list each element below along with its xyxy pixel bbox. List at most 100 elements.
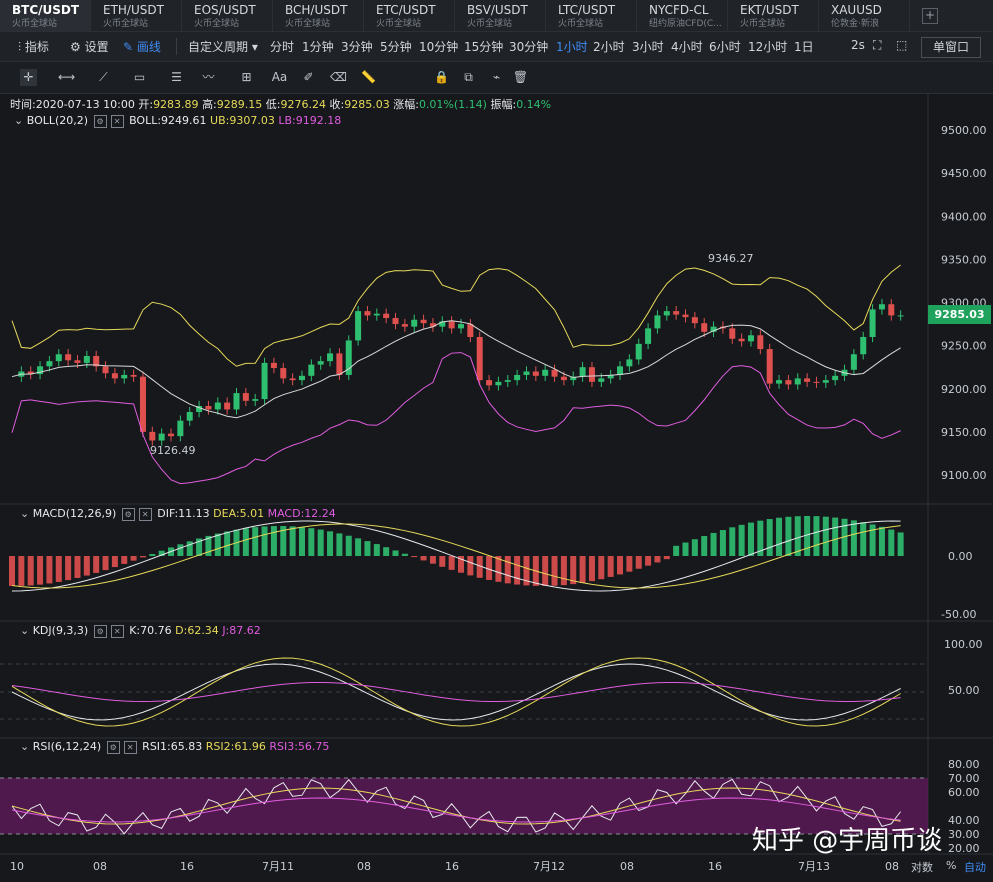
brush-icon[interactable]: ✐	[300, 69, 317, 86]
candle-body	[74, 360, 81, 363]
period-option[interactable]: 1日	[794, 38, 814, 55]
collapse-icon[interactable]: ⌄	[14, 114, 23, 127]
magnet-icon[interactable]: ⌁	[488, 69, 505, 86]
candle-body	[701, 323, 708, 332]
indicator-close-icon[interactable]: ✕	[110, 624, 124, 638]
chart-canvas[interactable]: 9500.009450.009400.009350.009300.009250.…	[0, 94, 993, 882]
period-option[interactable]: 2小时	[593, 38, 625, 55]
refresh-interval[interactable]: 2s	[851, 38, 865, 52]
indicator-settings-icon[interactable]: ⚙	[93, 114, 107, 128]
macd-bar	[364, 541, 371, 556]
symbol-tab[interactable]: EOS/USDT 火币全球站	[182, 0, 273, 31]
candle-body	[560, 376, 567, 381]
symbol-tab[interactable]: ETH/USDT 火币全球站	[91, 0, 182, 31]
price-axis-label: 9250.00	[941, 340, 987, 353]
candle-body	[897, 315, 904, 317]
custom-period-dropdown[interactable]: 自定义周期 ▾	[188, 38, 258, 55]
horizontal-line-icon[interactable]: ⟷	[58, 69, 75, 86]
parallel-lines-icon[interactable]: ☰	[168, 69, 185, 86]
candle-body	[420, 319, 427, 324]
add-tab-button[interactable]: +	[922, 8, 938, 24]
trash-icon[interactable]: 🗑	[512, 69, 529, 86]
fibonacci-icon[interactable]: ⊞	[238, 69, 255, 86]
tab-exchange: 火币全球站	[740, 19, 786, 29]
period-option[interactable]: 5分钟	[380, 38, 412, 55]
indicator-settings-icon[interactable]: ⚙	[106, 740, 120, 754]
collapse-icon[interactable]: ⌄	[20, 507, 29, 520]
ruler-icon[interactable]: 📏	[360, 69, 377, 86]
chart-area[interactable]: 9500.00 9450.00 9400.00 9350.00 9300.00 9250.…	[0, 94, 993, 882]
period-option[interactable]: 10分钟	[419, 38, 458, 55]
period-option[interactable]: 4小时	[671, 38, 703, 55]
eraser-icon[interactable]: ⌫	[330, 69, 347, 86]
auto-scale-button[interactable]: 自动	[964, 859, 986, 875]
indicator-settings-icon[interactable]: ⚙	[93, 624, 107, 638]
close-label: 收:	[329, 98, 345, 111]
percent-scale-button[interactable]: %	[946, 859, 956, 872]
candle-body	[486, 380, 493, 386]
candle-body	[242, 393, 249, 401]
lock-icon[interactable]: 🔒	[433, 69, 450, 86]
period-option[interactable]: 30分钟	[509, 38, 548, 55]
boll-mid-value: BOLL:9249.61	[129, 114, 207, 127]
low-label: 低:	[265, 98, 281, 111]
wave-icon[interactable]: 〰	[200, 69, 217, 86]
symbol-tab[interactable]: NYCFD-CL 纽约原油CFD(C...	[637, 0, 728, 31]
period-option[interactable]: 6小时	[709, 38, 741, 55]
symbol-tab[interactable]: XAUUSD 伦敦金·新浪	[819, 0, 910, 31]
period-option[interactable]: 12小时	[748, 38, 787, 55]
tab-exchange: 火币全球站	[103, 19, 149, 29]
macd-bar	[514, 556, 521, 585]
log-scale-button[interactable]: 对数	[911, 859, 933, 875]
draw-button[interactable]: ✎ 画线	[123, 38, 161, 55]
macd-bar	[579, 556, 586, 583]
macd-bar	[270, 526, 277, 556]
collapse-icon[interactable]: ⌄	[20, 740, 29, 753]
indicator-settings-icon[interactable]: ⚙	[121, 507, 135, 521]
screenshot-icon[interactable]: ⬚	[896, 38, 907, 52]
symbol-tab[interactable]: ETC/USDT 火币全球站	[364, 0, 455, 31]
crosshair-icon[interactable]: ✛	[20, 69, 37, 86]
macd-bar	[738, 524, 745, 556]
time-axis-label: 08	[357, 860, 371, 873]
window-mode-select[interactable]: 单窗口	[921, 37, 981, 58]
rectangle-icon[interactable]: ▭	[131, 69, 148, 86]
indicator-close-icon[interactable]: ✕	[138, 507, 152, 521]
period-option[interactable]: 15分钟	[464, 38, 503, 55]
kdj-name: KDJ(9,3,3)	[32, 624, 89, 637]
collapse-icon[interactable]: ⌄	[20, 624, 29, 637]
macd-bar	[850, 520, 857, 556]
indicator-close-icon[interactable]: ✕	[110, 114, 124, 128]
fullscreen-icon[interactable]: ⛶	[873, 38, 881, 53]
tab-exchange: 火币全球站	[285, 19, 331, 29]
macd-bar	[83, 556, 90, 576]
symbol-tab[interactable]: BCH/USDT 火币全球站	[273, 0, 364, 31]
copy-icon[interactable]: ⧉	[460, 69, 477, 86]
candle-body	[682, 314, 689, 318]
period-option[interactable]: 3分钟	[341, 38, 373, 55]
low-value: 9276.24	[280, 98, 327, 111]
rsi-axis-label: 60.00	[948, 786, 980, 799]
symbol-tab[interactable]: BTC/USDT 火币全球站	[0, 0, 91, 31]
indicator-close-icon[interactable]: ✕	[123, 740, 137, 754]
symbol-tab[interactable]: LTC/USDT 火币全球站	[546, 0, 637, 31]
amp-value: 0.14%	[516, 98, 552, 111]
symbol-tab[interactable]: EKT/USDT 火币全球站	[728, 0, 819, 31]
period-option[interactable]: 3小时	[632, 38, 664, 55]
period-option[interactable]: 1分钟	[302, 38, 334, 55]
indicator-button[interactable]: ⫶ 指标	[18, 38, 49, 55]
candle-body	[888, 304, 895, 316]
time-axis-label: 16	[445, 860, 459, 873]
tab-exchange: 纽约原油CFD(C...	[649, 19, 722, 29]
settings-button[interactable]: ⚙ 设置	[70, 38, 109, 55]
candle-body	[168, 433, 175, 437]
time-axis-label: 7月11	[262, 860, 294, 873]
change-value: 0.01%(1.14)	[418, 98, 487, 111]
period-option[interactable]: 分时	[270, 38, 294, 55]
macd-name: MACD(12,26,9)	[32, 507, 117, 520]
text-tool-icon[interactable]: Aa	[271, 69, 288, 86]
period-option[interactable]: 1小时	[556, 38, 588, 55]
trend-line-icon[interactable]: ⟋	[95, 69, 112, 86]
symbol-tab[interactable]: BSV/USDT 火币全球站	[455, 0, 546, 31]
candle-body	[476, 337, 483, 381]
